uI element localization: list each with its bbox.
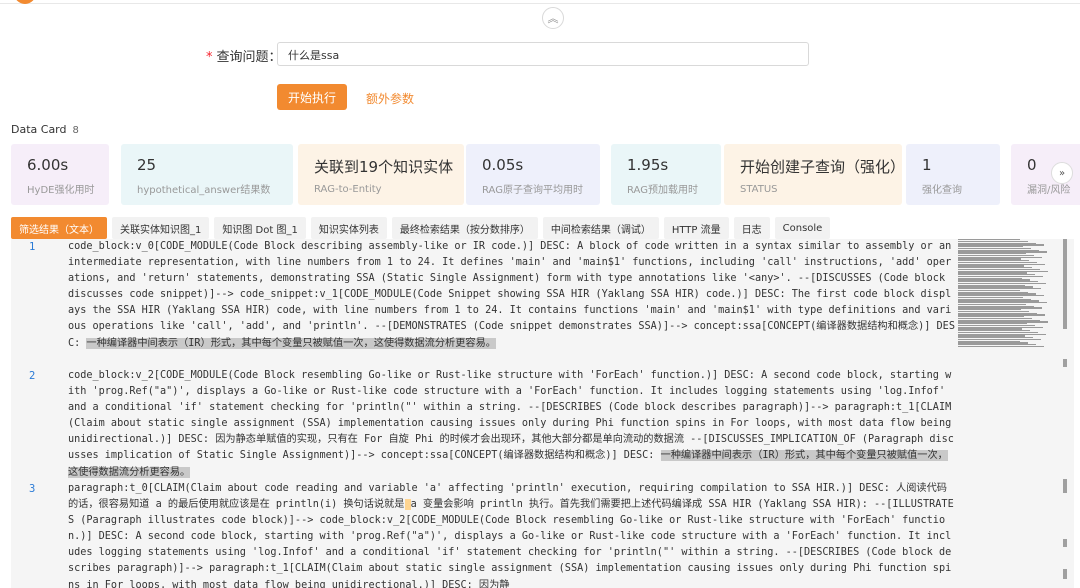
card-label: 漏洞/风险 [1027, 185, 1071, 196]
line-number: 1 [29, 241, 36, 253]
card-label: RAG-to-Entity [314, 184, 382, 195]
scrollbar-mark [1063, 539, 1067, 547]
selection-highlight: 一种编译器中间表示（IR）形式，其中每个变量只被赋值一次，这使得数据流分析更容易… [86, 337, 496, 349]
tab-dot-graph[interactable]: 知识图 Dot 图_1 [214, 217, 306, 239]
query-label: * 查询问题： [206, 46, 282, 65]
tab-related-entity-graph[interactable]: 关联实体知识图_1 [112, 217, 210, 239]
card-label: RAG预加载用时 [627, 185, 698, 196]
code-line-text[interactable]: code_block:v_2[CODE_MODULE(Code Block re… [68, 368, 956, 481]
scrollbar-mark [1063, 239, 1067, 329]
data-card-strip: 6.00s HyDE强化用时 25 hypothetical_answer结果数 关… [11, 144, 1080, 205]
card-label: RAG原子查询平均用时 [482, 185, 583, 196]
card-value: 关联到19个知识实体 [314, 158, 454, 176]
code-line-text[interactable]: code_block:v_0[CODE_MODULE(Code Block de… [68, 239, 956, 352]
query-input[interactable]: 什么是ssa [277, 42, 809, 66]
card-value: 开始创建子查询（强化） [740, 158, 906, 176]
run-button[interactable]: 开始执行 [277, 84, 347, 110]
code-minimap[interactable] [956, 239, 1048, 588]
code-line-text[interactable]: paragraph:t_0[CLAIM(Claim about code rea… [68, 481, 956, 588]
scroll-right-icon[interactable]: » [1051, 162, 1073, 184]
scrollbar-mark [1063, 359, 1067, 367]
tab-http-traffic[interactable]: HTTP 流量 [663, 217, 729, 239]
query-row: * 查询问题： 什么是ssa [0, 42, 1080, 66]
card-rag-to-entity: 关联到19个知识实体 RAG-to-Entity [298, 144, 464, 205]
card-rag-preload-time: 1.95s RAG预加载用时 [611, 144, 721, 205]
code-text: a 变量会影响 println 执行。首先我们需要把上述代码编译成 SSA HI… [68, 499, 954, 588]
tab-filtered-text[interactable]: 筛选结果（文本） [11, 217, 107, 239]
data-card-title: Data Card 8 [11, 123, 79, 136]
code-text: code_block:v_2[CODE_MODULE(Code Block re… [68, 370, 958, 462]
tab-intermediate-results[interactable]: 中间检索结果（调试） [542, 217, 659, 239]
card-value: 25 [137, 156, 157, 174]
tab-final-results[interactable]: 最终检索结果（按分数排序） [391, 217, 538, 239]
vertical-scrollbar[interactable] [1060, 239, 1074, 588]
minimap-line [958, 345, 1044, 348]
top-bar [0, 0, 1080, 4]
card-label: STATUS [740, 184, 778, 195]
card-value: 1.95s [627, 156, 669, 174]
card-enhanced-query: 1 强化查询 [906, 144, 1000, 205]
card-status: 开始创建子查询（强化） STATUS [724, 144, 906, 205]
required-mark: * [206, 50, 213, 65]
data-card-count: 8 [72, 125, 79, 136]
scrollbar-mark [1063, 479, 1067, 493]
card-hyde-time: 6.00s HyDE强化用时 [11, 144, 109, 205]
result-tabs: 筛选结果（文本） 关联实体知识图_1 知识图 Dot 图_1 知识实体列表 最终… [11, 217, 831, 239]
card-label: hypothetical_answer结果数 [137, 185, 271, 196]
extra-params-link[interactable]: 额外参数 [366, 90, 414, 107]
card-value: 0.05s [482, 156, 524, 174]
card-rag-atomic-time: 0.05s RAG原子查询平均用时 [466, 144, 600, 205]
query-label-text: 查询问题： [216, 50, 282, 65]
line-number: 2 [29, 370, 36, 382]
tab-logs[interactable]: 日志 [733, 217, 770, 239]
code-text: code_block:v_0[CODE_MODULE(Code Block de… [68, 241, 958, 349]
data-card-title-text: Data Card [11, 123, 67, 136]
line-number: 3 [29, 483, 36, 495]
card-value: 1 [922, 156, 932, 174]
code-viewer[interactable]: 1 code_block:v_0[CODE_MODULE(Code Block … [11, 239, 1074, 588]
card-label: HyDE强化用时 [27, 185, 95, 196]
collapse-up-icon[interactable]: ︽ [542, 7, 564, 29]
tab-entity-list[interactable]: 知识实体列表 [310, 217, 387, 239]
card-hypothetical-count: 25 hypothetical_answer结果数 [121, 144, 293, 205]
scrollbar-mark [1063, 569, 1067, 579]
tab-console[interactable]: Console [774, 217, 831, 239]
card-label: 强化查询 [922, 185, 962, 196]
card-value: 6.00s [27, 156, 69, 174]
